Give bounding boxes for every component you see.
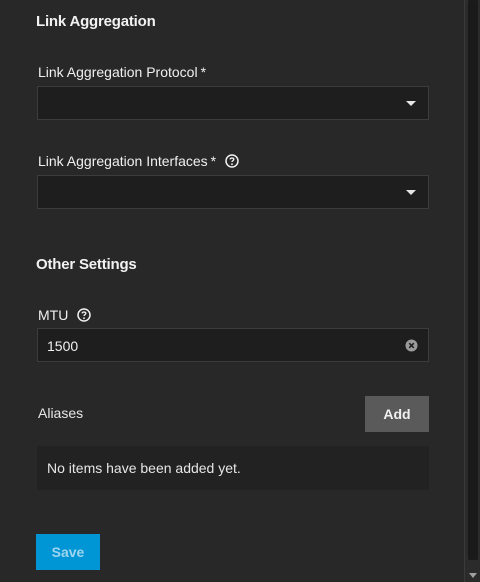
lag-protocol-label: Link Aggregation Protocol * — [38, 64, 206, 80]
scrollbar[interactable] — [464, 0, 480, 582]
lag-protocol-select[interactable] — [37, 86, 429, 120]
chevron-down-icon — [406, 190, 416, 195]
mtu-label-text: MTU — [38, 307, 69, 323]
lag-protocol-label-text: Link Aggregation Protocol — [38, 64, 198, 80]
mtu-value: 1500 — [47, 338, 79, 354]
help-circle-icon[interactable] — [77, 308, 92, 322]
save-button[interactable]: Save — [36, 534, 100, 570]
mtu-input[interactable]: 1500 — [37, 328, 429, 362]
section-title-link-aggregation: Link Aggregation — [36, 13, 156, 30]
scrollbar-thumb[interactable] — [468, 0, 478, 560]
aliases-label: Aliases — [38, 405, 84, 421]
empty-state-text: No items have been added yet. — [47, 460, 241, 476]
section-title-other-settings: Other Settings — [36, 256, 137, 273]
lag-interfaces-label: Link Aggregation Interfaces * — [38, 153, 239, 169]
chevron-down-icon — [406, 101, 416, 106]
aliases-empty-state: No items have been added yet. — [37, 446, 429, 490]
required-mark: * — [210, 153, 217, 169]
help-circle-icon[interactable] — [225, 154, 239, 168]
lag-interfaces-label-text: Link Aggregation Interfaces — [38, 153, 208, 169]
lag-interfaces-select[interactable] — [37, 175, 429, 209]
mtu-label: MTU — [38, 307, 92, 323]
add-alias-button[interactable]: Add — [365, 396, 429, 432]
required-mark: * — [200, 64, 207, 80]
form-panel: Link Aggregation Link Aggregation Protoc… — [0, 0, 464, 582]
scroll-down-icon[interactable] — [469, 573, 477, 578]
clear-circle-icon[interactable] — [405, 339, 418, 352]
